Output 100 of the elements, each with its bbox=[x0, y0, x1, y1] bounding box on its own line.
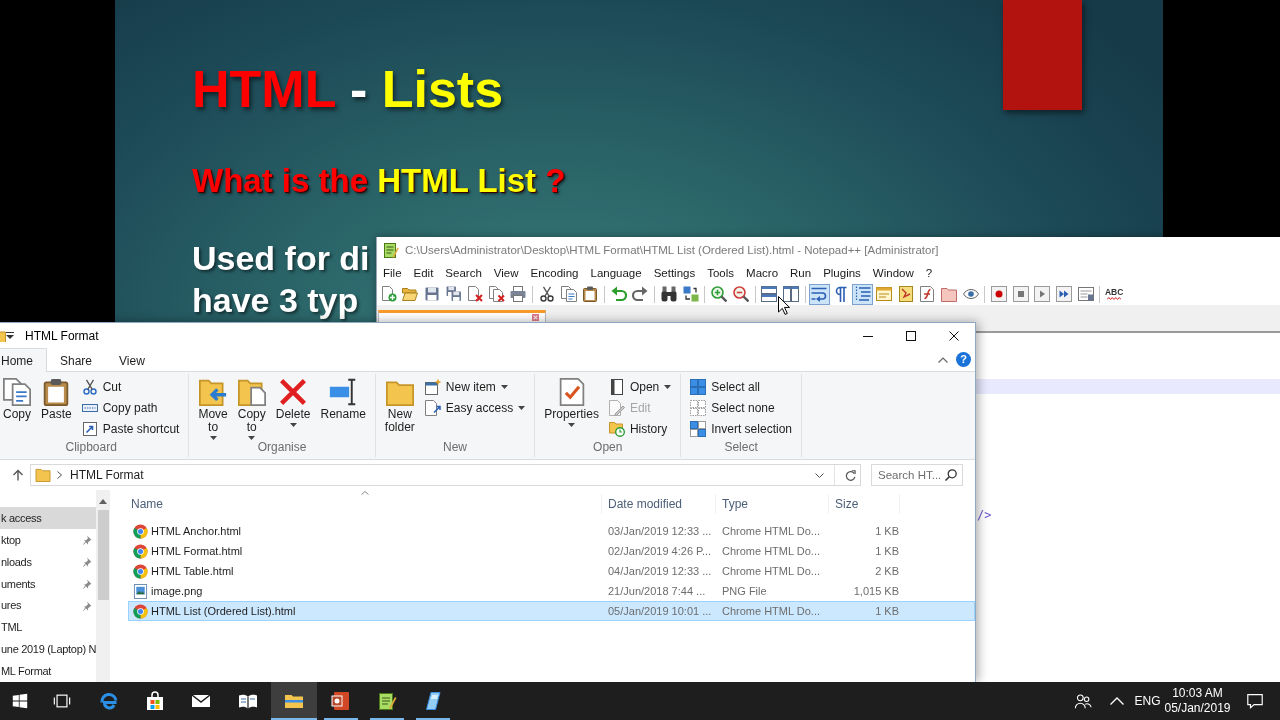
map-page-icon bbox=[897, 286, 914, 302]
invert-selection-button[interactable]: Invert selection bbox=[687, 418, 795, 439]
word-wrap-icon bbox=[811, 286, 828, 302]
menu-item[interactable]: Edit bbox=[407, 265, 440, 281]
file-explorer-button[interactable] bbox=[270, 682, 318, 720]
column-header[interactable]: Date modified bbox=[602, 494, 716, 514]
menu-item[interactable]: View bbox=[487, 265, 525, 281]
close-tab-icon[interactable] bbox=[532, 314, 539, 321]
pin-icon bbox=[83, 578, 92, 589]
maximize-icon bbox=[905, 330, 916, 341]
breadcrumb-item[interactable]: HTML Format bbox=[70, 468, 144, 482]
word-wrap-button[interactable] bbox=[808, 283, 831, 305]
slide-subtitle: What is the HTML List ? bbox=[192, 164, 566, 197]
window-title: C:\Users\Administrator\Desktop\HTML Format\HTML List (Ordered List).html - Notepad++ [Administrator] bbox=[405, 244, 939, 256]
nav-item[interactable]: une 2019 (Laptop) N bbox=[0, 638, 96, 661]
indent-guide-button[interactable] bbox=[851, 283, 874, 305]
nav-item[interactable]: TML bbox=[0, 616, 96, 639]
menu-item[interactable]: Macro bbox=[740, 265, 785, 281]
play-multiple-button[interactable] bbox=[1053, 283, 1075, 305]
search-field[interactable]: Search HT... bbox=[871, 464, 963, 486]
file-name: HTML Anchor.html bbox=[151, 525, 242, 537]
column-header[interactable]: Type bbox=[716, 494, 829, 514]
menu-item[interactable]: Plugins bbox=[817, 265, 867, 281]
group-label: Open bbox=[592, 440, 624, 456]
caret-icon bbox=[248, 436, 256, 440]
copy-to-button[interactable]: Copy to bbox=[234, 376, 269, 440]
file-row[interactable]: HTML List (Ordered List).html 05/Jan/2019 10:01 ... Chrome HTML Do... 1 KB bbox=[128, 601, 975, 621]
zoom-in-button[interactable] bbox=[708, 283, 730, 305]
function-page-icon bbox=[919, 286, 936, 302]
group-label: Organise bbox=[256, 440, 308, 456]
properties-button[interactable]: Properties bbox=[541, 376, 602, 427]
date-cell-text: 21/Jun/2018 7:44 ... bbox=[607, 585, 707, 597]
menu-item[interactable]: Settings bbox=[647, 265, 702, 281]
move-to-button[interactable]: Move to bbox=[195, 376, 231, 440]
close-files-icon bbox=[488, 286, 505, 302]
clock-button[interactable]: 10:03 AM 05/Jan/2019 bbox=[1165, 682, 1230, 720]
menu-item[interactable]: Language bbox=[584, 265, 648, 281]
size-cell-text: 1 KB bbox=[875, 525, 900, 537]
menu-item[interactable]: Tools bbox=[701, 265, 741, 281]
nav-item[interactable]: uments bbox=[0, 572, 96, 595]
menu-item[interactable]: Search bbox=[439, 265, 488, 281]
filled-grid-icon bbox=[690, 378, 707, 395]
nav-item[interactable]: ures bbox=[0, 594, 96, 617]
paste-button[interactable]: Paste bbox=[38, 376, 75, 421]
nav-item[interactable]: nloads bbox=[0, 550, 96, 573]
nav-item[interactable]: ML Format bbox=[0, 660, 96, 682]
stop-button[interactable] bbox=[1010, 283, 1032, 305]
copy-path-button[interactable]: Copy path bbox=[78, 397, 183, 418]
scrollbar-thumb[interactable] bbox=[97, 510, 109, 600]
window-title: HTML Format bbox=[25, 328, 99, 343]
paste-shortcut-button[interactable]: Paste shortcut bbox=[78, 418, 183, 439]
delete-button[interactable]: Delete bbox=[272, 376, 314, 427]
ribbon-tab[interactable]: View bbox=[106, 348, 159, 372]
new-window-icon bbox=[424, 378, 441, 395]
file-name: image.png bbox=[151, 585, 203, 597]
select-none-button[interactable]: Select none bbox=[687, 397, 795, 418]
list-window-icon bbox=[1077, 286, 1094, 302]
printer-icon bbox=[510, 286, 527, 302]
help-button[interactable]: ? bbox=[956, 352, 971, 367]
menu-item[interactable]: Encoding bbox=[524, 265, 585, 281]
dashed-grid-icon bbox=[690, 399, 707, 416]
type-cell-text: Chrome HTML Do... bbox=[721, 565, 821, 577]
refresh-icon bbox=[845, 469, 856, 481]
folder-icon bbox=[941, 286, 958, 302]
folder-icon bbox=[35, 468, 51, 482]
spell-check-button[interactable]: ABC bbox=[1103, 283, 1125, 305]
sync-horizontal-button[interactable] bbox=[780, 283, 802, 305]
ribbon-tab[interactable]: Share bbox=[47, 348, 107, 372]
history-button[interactable]: History bbox=[605, 418, 675, 439]
menu-item[interactable]: ? bbox=[919, 265, 939, 281]
select-all-button[interactable]: Select all bbox=[687, 376, 795, 397]
copy-button[interactable]: Copy bbox=[0, 376, 34, 421]
rename-button[interactable]: Rename bbox=[317, 376, 369, 421]
copy-icon bbox=[560, 286, 577, 302]
column-header[interactable]: Name bbox=[128, 494, 602, 514]
language-button[interactable]: ENG bbox=[1130, 682, 1165, 720]
nav-item[interactable]: k access bbox=[0, 507, 96, 529]
easy-access-button[interactable]: Easy access bbox=[421, 397, 529, 418]
cut-button[interactable]: Cut bbox=[78, 376, 183, 397]
file-row[interactable]: HTML Table.html 04/Jan/2019 12:33 ... Chrome HTML Do... 2 KB bbox=[128, 561, 975, 581]
clipboard-icon bbox=[42, 378, 71, 406]
stop-icon bbox=[1012, 286, 1029, 302]
new-folder-button[interactable]: New folder bbox=[381, 376, 418, 434]
ribbon-tab[interactable]: Home bbox=[0, 348, 47, 372]
dropdown-caret-icon[interactable] bbox=[6, 332, 14, 339]
open-page-icon bbox=[608, 378, 625, 395]
chevron-up-icon[interactable] bbox=[938, 356, 948, 363]
mouse-pointer-icon bbox=[778, 296, 790, 315]
address-bar[interactable]: HTML Format bbox=[30, 464, 861, 486]
file-row[interactable]: HTML Anchor.html 03/Jan/2019 12:33 ... Chrome HTML Do... 1 KB bbox=[128, 521, 975, 541]
nav-item[interactable]: ktop bbox=[0, 528, 96, 551]
new-item-button[interactable]: New item bbox=[421, 376, 529, 397]
type-cell-text: Chrome HTML Do... bbox=[721, 605, 821, 617]
menu-item[interactable]: Window bbox=[866, 265, 920, 281]
file-row[interactable]: HTML Format.html 02/Jan/2019 4:26 P... Chrome HTML Do... 1 KB bbox=[128, 541, 975, 561]
file-row[interactable]: image.png 21/Jun/2018 7:44 ... PNG File 1,015 KB bbox=[128, 581, 975, 601]
menu-item[interactable]: Run bbox=[784, 265, 818, 281]
menu-item[interactable]: File bbox=[377, 265, 408, 281]
column-header[interactable]: Size bbox=[829, 494, 900, 514]
open-button[interactable]: Open bbox=[605, 376, 675, 397]
